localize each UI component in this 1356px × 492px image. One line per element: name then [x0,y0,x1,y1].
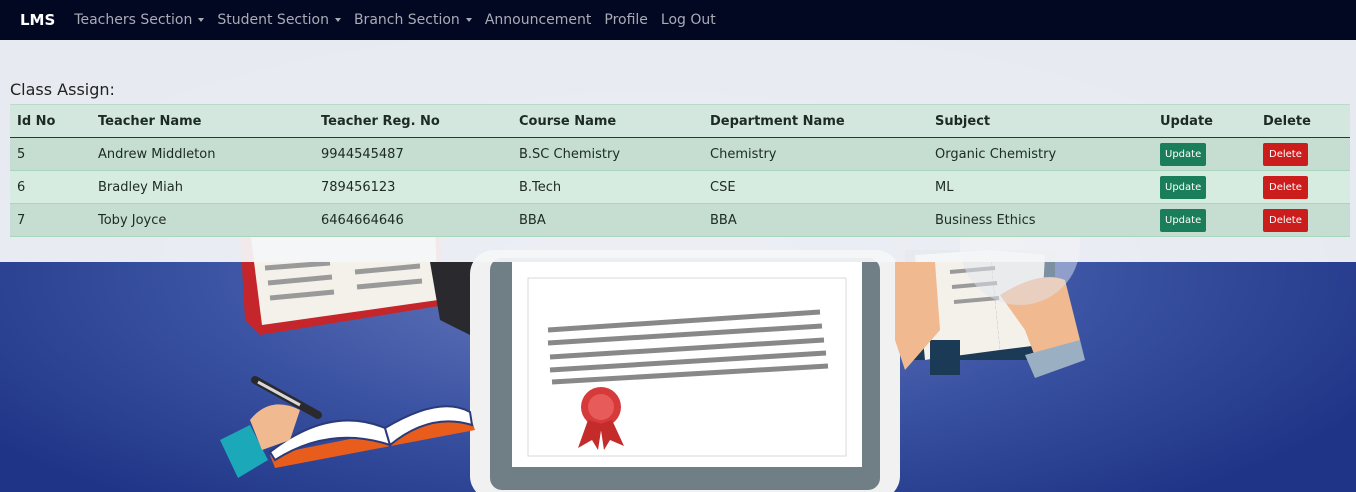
column-header-course-name: Course Name [512,104,703,138]
cell-department-name: CSE [703,170,928,204]
nav-profile[interactable]: Profile [604,12,648,28]
cell-department-name: Chemistry [703,137,928,171]
cell-course-name: B.Tech [512,170,703,204]
cell-delete: Delete [1256,137,1350,171]
nav-label: Profile [604,12,648,28]
nav-label: Announcement [484,12,592,28]
table-row: 5 Andrew Middleton 9944545487 B.SC Chemi… [10,137,1350,171]
column-header-update: Update [1153,104,1256,138]
column-header-teacher-name: Teacher Name [91,104,314,138]
delete-button[interactable]: Delete [1263,142,1308,166]
table-row: 7 Toby Joyce 6464664646 BBA BBA Business… [10,203,1350,237]
cell-update: Update [1153,137,1256,171]
update-button[interactable]: Update [1160,142,1207,166]
brand-logo[interactable]: LMS [20,11,55,29]
table-row: 6 Bradley Miah 789456123 B.Tech CSE ML U… [10,170,1350,204]
cell-id: 6 [10,170,91,204]
top-navbar: LMS Teachers Section Student Section Bra… [0,0,1356,40]
nav-log-out[interactable]: Log Out [661,12,716,28]
column-header-subject: Subject [928,104,1153,138]
nav-label: Branch Section [353,12,460,28]
nav-label: Student Section [217,12,329,28]
cell-subject: ML [928,170,1153,204]
cell-teacher-name: Toby Joyce [91,203,314,237]
cell-update: Update [1153,203,1256,237]
nav-label: Teachers Section [74,12,193,28]
cell-subject: Organic Chemistry [928,137,1153,171]
caret-down-icon [334,18,341,22]
nav-announcement[interactable]: Announcement [485,12,592,28]
caret-down-icon [465,18,472,22]
cell-teacher-reg-no: 789456123 [314,170,512,204]
cell-delete: Delete [1256,203,1350,237]
nav-teachers-section[interactable]: Teachers Section [74,12,205,28]
table-header-row: Id No Teacher Name Teacher Reg. No Cours… [10,104,1350,138]
update-button[interactable]: Update [1160,208,1207,232]
page-title: Class Assign: [10,80,115,99]
nav-branch-section[interactable]: Branch Section [354,12,472,28]
content-panel: Class Assign: Id No Teacher Name Teacher… [0,40,1356,262]
cell-teacher-name: Andrew Middleton [91,137,314,171]
cell-teacher-name: Bradley Miah [91,170,314,204]
class-assign-table: Id No Teacher Name Teacher Reg. No Cours… [10,104,1350,237]
cell-teacher-reg-no: 6464664646 [314,203,512,237]
delete-button[interactable]: Delete [1263,208,1308,232]
delete-button[interactable]: Delete [1263,175,1308,199]
nav-student-section[interactable]: Student Section [217,12,341,28]
cell-subject: Business Ethics [928,203,1153,237]
cell-id: 5 [10,137,91,171]
column-header-teacher-reg-no: Teacher Reg. No [314,104,512,138]
cell-course-name: B.SC Chemistry [512,137,703,171]
update-button[interactable]: Update [1160,175,1207,199]
cell-course-name: BBA [512,203,703,237]
cell-id: 7 [10,203,91,237]
certificate-tablet-icon [470,250,900,492]
cell-teacher-reg-no: 9944545487 [314,137,512,171]
column-header-delete: Delete [1256,104,1350,138]
column-header-department-name: Department Name [703,104,928,138]
nav-label: Log Out [660,12,716,28]
cell-update: Update [1153,170,1256,204]
column-header-id: Id No [10,104,91,138]
cell-department-name: BBA [703,203,928,237]
caret-down-icon [198,18,205,22]
cell-delete: Delete [1256,170,1350,204]
